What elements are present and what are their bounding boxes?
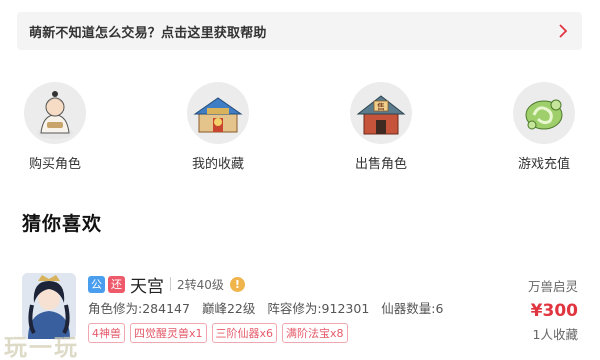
nav-label: 游戏充值 (517, 157, 570, 172)
game-server: 万兽启灵 (527, 279, 578, 294)
quick-nav: 购买角色 我的收藏 售 出售角色 游戏充值 (0, 82, 600, 174)
svg-text:售: 售 (377, 102, 385, 112)
feature-chip: 4神兽 (88, 323, 125, 343)
buy-character-icon (24, 82, 86, 144)
return-tag: 还 (108, 275, 125, 293)
chevron-right-icon[interactable] (556, 24, 570, 38)
price: ¥300 (530, 301, 578, 321)
favorite-count: 1人收藏 (532, 327, 578, 342)
watermark-logo: 玩一玩 (4, 335, 79, 360)
game-recharge-icon (513, 82, 575, 144)
listing-card[interactable]: 公 还 天宫 2转40级 ! 角色修为:284147 巅峰22级 阵容修为:91… (22, 270, 582, 360)
nav-my-favorites[interactable]: 我的收藏 (168, 82, 268, 172)
cultivation-stat: 角色修为:284147 (88, 301, 190, 316)
character-level: 2转40级 (177, 277, 224, 292)
help-banner[interactable]: 萌新不知道怎么交易？点击这里获取帮助 (17, 12, 582, 50)
public-tag: 公 (88, 275, 105, 293)
warning-icon[interactable]: ! (229, 276, 245, 292)
feature-chips: 4神兽 四觉醒灵兽x1 三阶仙器x6 满阶法宝x8 (88, 323, 468, 343)
nav-buy-character[interactable]: 购买角色 (5, 82, 105, 172)
nav-label: 我的收藏 (191, 157, 244, 172)
nav-sell-character[interactable]: 售 出售角色 (331, 82, 431, 172)
feature-chip: 满阶法宝x8 (282, 323, 348, 343)
nav-label: 出售角色 (354, 157, 407, 172)
section-title: 猜你喜欢 (22, 213, 103, 235)
fairy-count-stat: 仙器数量:6 (381, 301, 444, 316)
nav-label: 购买角色 (28, 157, 81, 172)
feature-chip: 三阶仙器x6 (211, 323, 278, 343)
help-text: 萌新不知道怎么交易？点击这里获取帮助 (29, 25, 267, 41)
divider (170, 277, 171, 291)
peak-stat: 巅峰22级 (201, 301, 256, 316)
listing-price-block: 万兽启灵 ¥300 1人收藏 (468, 276, 578, 343)
nav-game-recharge[interactable]: 游戏充值 (494, 82, 594, 172)
listing-info: 公 还 天宫 2转40级 ! 角色修为:284147 巅峰22级 阵容修为:91… (88, 274, 468, 343)
formation-stat: 阵容修为:912301 (267, 301, 370, 316)
feature-chip: 四觉醒灵兽x1 (130, 323, 207, 343)
server-name: 天宫 (130, 276, 164, 297)
my-favorites-icon (187, 82, 249, 144)
sell-character-icon: 售 (350, 82, 412, 144)
